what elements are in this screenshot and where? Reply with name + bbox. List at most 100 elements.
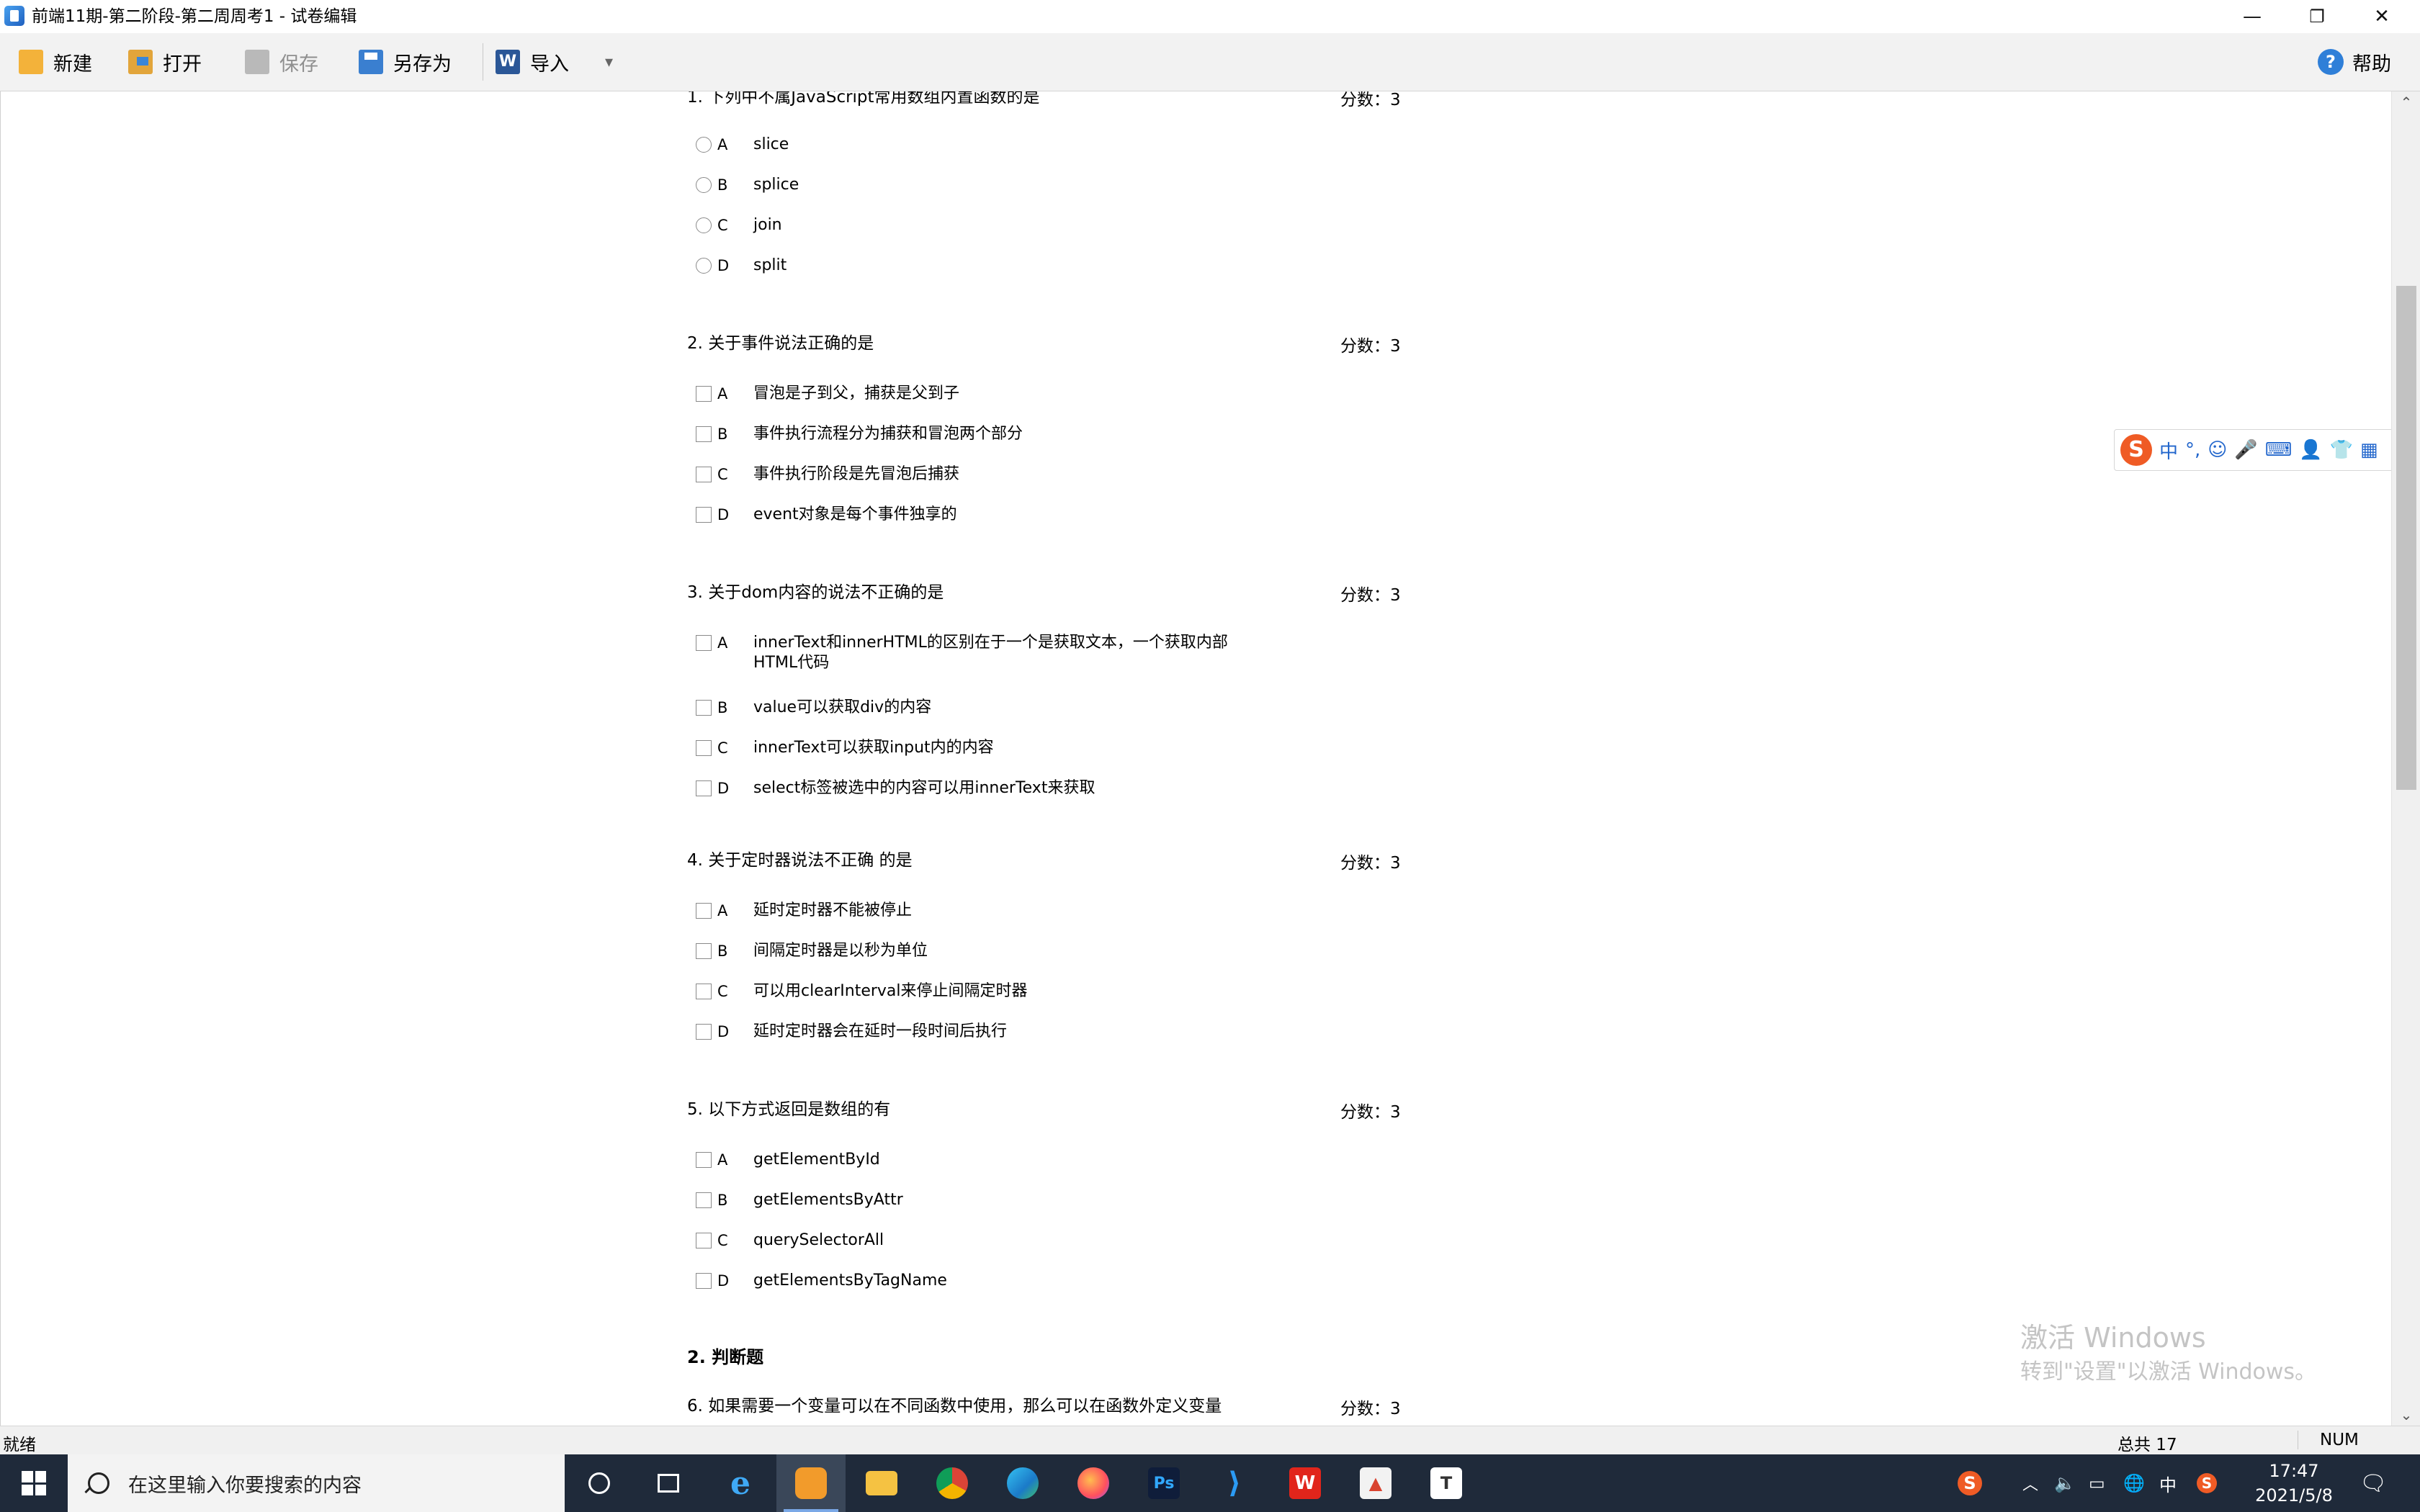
open-button[interactable]: 打开 [128, 46, 202, 78]
option-radio[interactable] [696, 258, 712, 274]
option-row[interactable]: C 事件执行阶段是先冒泡后捕获 [696, 464, 1258, 485]
option-text: querySelectorAll [753, 1231, 884, 1249]
new-button[interactable]: 新建 [19, 46, 92, 78]
save-button[interactable]: 保存 [245, 46, 318, 78]
taskbar-typora[interactable]: T [1412, 1454, 1481, 1512]
import-dropdown-arrow[interactable]: ▾ [605, 46, 613, 78]
option-checkbox[interactable] [696, 507, 712, 523]
close-button[interactable]: ✕ [2349, 0, 2414, 33]
save-as-button[interactable]: 另存为 [359, 46, 452, 78]
scrollbar-thumb[interactable] [2396, 286, 2416, 790]
ime-mode-toggle[interactable]: 中 [2159, 437, 2178, 464]
task-view-button[interactable] [634, 1454, 703, 1512]
option-row[interactable]: D event对象是每个事件独享的 [696, 505, 1258, 525]
option-checkbox[interactable] [696, 1192, 712, 1208]
exam-editor-canvas[interactable]: 1. 下列中不属JavaScript常用数组内置函数的是 分数：3 A slic… [0, 91, 2392, 1426]
option-row[interactable]: A getElementById [696, 1150, 1258, 1170]
taskbar-exam-app[interactable] [776, 1454, 846, 1512]
option-row[interactable]: A 延时定时器不能被停止 [696, 901, 1258, 921]
keyboard-icon[interactable]: ⌨ [2265, 439, 2293, 461]
option-letter: B [717, 426, 728, 443]
skin-shirt-icon[interactable]: 👕 [2330, 439, 2353, 461]
option-checkbox[interactable] [696, 780, 712, 796]
option-row[interactable]: D 延时定时器会在延时一段时间后执行 [696, 1022, 1258, 1042]
question-title[interactable]: 2. 关于事件说法正确的是 [687, 329, 874, 354]
option-row[interactable]: A slice [696, 135, 1258, 155]
option-row[interactable]: D split [696, 256, 1258, 276]
option-radio[interactable] [696, 137, 712, 153]
sogou-logo-icon[interactable]: S [2120, 434, 2152, 466]
taskbar-firefox[interactable] [1059, 1454, 1128, 1512]
taskbar-photoshop[interactable]: Ps [1129, 1454, 1198, 1512]
option-row[interactable]: D getElementsByTagName [696, 1271, 1258, 1291]
help-button[interactable]: ? 帮助 [2318, 46, 2391, 78]
taskbar-ie[interactable]: e [706, 1454, 775, 1512]
option-checkbox[interactable] [696, 1273, 712, 1289]
scroll-down-arrow[interactable]: ⌄ [2392, 1404, 2420, 1426]
notification-center-icon[interactable]: 🗨 [2360, 1454, 2387, 1512]
ime-menu-icon[interactable]: ▦ [2360, 439, 2378, 461]
question-title[interactable]: 1. 下列中不属JavaScript常用数组内置函数的是 [687, 91, 1040, 107]
question-title[interactable]: 4. 关于定时器说法不正确 的是 [687, 846, 913, 870]
option-checkbox[interactable] [696, 426, 712, 442]
option-row[interactable]: B getElementsByAttr [696, 1190, 1258, 1210]
option-row[interactable]: A innerText和innerHTML的区别在于一个是获取文本，一个获取内部… [696, 633, 1243, 673]
minimize-button[interactable]: — [2220, 0, 2285, 33]
ime-punctuation-toggle[interactable]: °, [2185, 439, 2200, 461]
vertical-scrollbar[interactable]: ⌃ ⌄ [2391, 91, 2420, 1426]
option-checkbox[interactable] [696, 903, 712, 919]
option-row[interactable]: C innerText可以获取input内的内容 [696, 738, 1258, 758]
question-title[interactable]: 6. 如果需要一个变量可以在不同函数中使用，那么可以在函数外定义变量 [687, 1392, 1222, 1416]
option-checkbox[interactable] [696, 740, 712, 756]
option-row[interactable]: C querySelectorAll [696, 1230, 1258, 1251]
option-text: splice [753, 176, 799, 194]
option-checkbox[interactable] [696, 467, 712, 482]
option-text: innerText和innerHTML的区别在于一个是获取文本，一个获取内部HT… [753, 634, 1228, 672]
option-checkbox[interactable] [696, 984, 712, 999]
option-row[interactable]: A 冒泡是子到父，捕获是父到子 [696, 384, 1258, 404]
emoji-icon[interactable]: ☺ [2208, 439, 2227, 461]
option-radio[interactable] [696, 217, 712, 233]
taskbar-clock[interactable]: 17:47 2021/5/8 [2240, 1459, 2348, 1508]
option-row[interactable]: D select标签被选中的内容可以用innerText来获取 [696, 778, 1258, 798]
tray-ime-mode[interactable]: 中 [2159, 1454, 2177, 1512]
option-row[interactable]: C join [696, 215, 1258, 235]
restore-button[interactable]: ❐ [2285, 0, 2349, 33]
ime-toolbar[interactable]: S 中 °, ☺ 🎤 ⌨ 👤 👕 ▦ [2114, 429, 2416, 471]
option-checkbox[interactable] [696, 943, 712, 959]
user-icon[interactable]: 👤 [2299, 439, 2322, 461]
option-row[interactable]: B 事件执行流程分为捕获和冒泡两个部分 [696, 424, 1258, 444]
question-title[interactable]: 3. 关于dom内容的说法不正确的是 [687, 578, 944, 603]
taskbar-edge[interactable] [988, 1454, 1057, 1512]
volume-icon[interactable]: 🔈 [2054, 1454, 2076, 1512]
start-button[interactable] [0, 1454, 68, 1512]
cortana-button[interactable] [565, 1454, 634, 1512]
import-button[interactable]: W 导入 [496, 46, 569, 78]
taskbar-wps[interactable]: W [1270, 1454, 1340, 1512]
option-text: event对象是每个事件独享的 [753, 505, 957, 523]
option-row[interactable]: B 间隔定时器是以秒为单位 [696, 941, 1258, 961]
taskbar-vscode[interactable]: ⟩ [1200, 1454, 1269, 1512]
microphone-icon[interactable]: 🎤 [2234, 439, 2257, 461]
scroll-up-arrow[interactable]: ⌃ [2392, 91, 2420, 113]
taskbar-file-explorer[interactable] [847, 1454, 916, 1512]
option-checkbox[interactable] [696, 1152, 712, 1168]
tray-sogou-small[interactable]: S [2197, 1454, 2217, 1512]
battery-icon[interactable]: ▭ [2089, 1454, 2105, 1512]
option-checkbox[interactable] [696, 700, 712, 716]
option-checkbox[interactable] [696, 386, 712, 402]
tray-sogou[interactable]: S [1958, 1454, 1982, 1512]
option-row[interactable]: C 可以用clearInterval来停止间隔定时器 [696, 981, 1258, 1002]
option-checkbox[interactable] [696, 1024, 712, 1040]
tray-overflow-chevron-icon[interactable]: ︿ [2022, 1454, 2038, 1512]
taskbar-chrome[interactable] [918, 1454, 987, 1512]
taskbar-search-box[interactable]: 在这里输入你要搜索的内容 [68, 1454, 565, 1512]
option-checkbox[interactable] [696, 635, 712, 651]
option-row[interactable]: B value可以获取div的内容 [696, 698, 1258, 718]
question-title[interactable]: 5. 以下方式返回是数组的有 [687, 1095, 890, 1120]
network-globe-icon[interactable]: 🌐 [2123, 1454, 2145, 1512]
taskbar-screenshot-tool[interactable]: ▲ [1341, 1454, 1410, 1512]
option-row[interactable]: B splice [696, 175, 1258, 195]
option-radio[interactable] [696, 177, 712, 193]
option-checkbox[interactable] [696, 1233, 712, 1248]
